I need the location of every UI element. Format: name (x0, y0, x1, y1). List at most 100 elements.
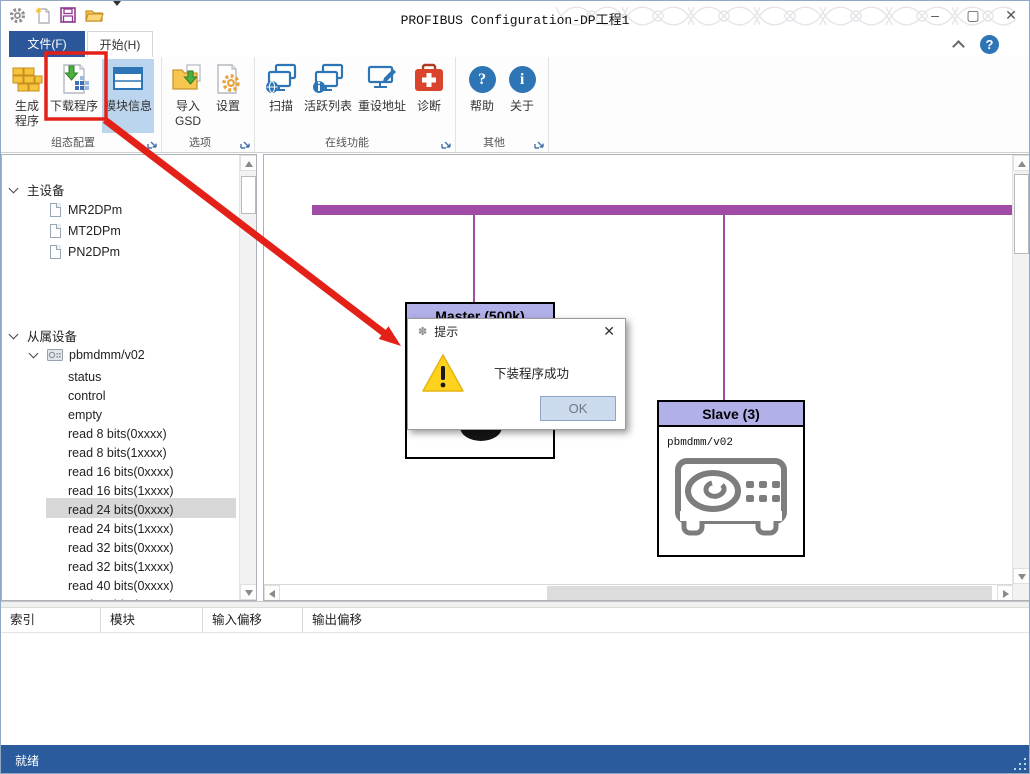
canvas-horizontal-scrollbar[interactable] (264, 584, 1013, 600)
group-label-online: 在线功能 (255, 134, 439, 150)
about-button[interactable]: i 关于 (503, 59, 541, 133)
warning-icon (420, 352, 466, 394)
help-icon[interactable]: ? (980, 35, 999, 54)
document-icon (50, 245, 61, 259)
column-header-index[interactable]: 索引 (1, 608, 101, 633)
document-icon (50, 203, 61, 217)
bricks-icon (10, 62, 44, 96)
settings-button[interactable]: 设置 (209, 59, 247, 133)
tree-section-slave[interactable]: 从属设备 (10, 326, 77, 345)
scrollbar-corner (1013, 584, 1029, 600)
tree-vertical-scrollbar[interactable] (239, 155, 256, 600)
info-circle-icon: i (505, 62, 539, 96)
chevron-down-icon[interactable] (9, 183, 19, 193)
network-canvas[interactable]: Master (500k) Slave (3) pbmdmm/v02 (263, 154, 1030, 601)
ribbon-group-options: 导入GSD 设置 选项 (162, 57, 255, 152)
maximize-button[interactable]: ▢ (965, 3, 981, 27)
group-label-options: 选项 (162, 134, 238, 150)
window-title: PROFIBUS Configuration-DP工程1 (1, 9, 1029, 28)
chevron-down-icon[interactable] (9, 329, 19, 339)
tree-item-module[interactable]: read 32 bits(0xxxx) (68, 538, 174, 557)
tree-item-module[interactable]: read 24 bits(0xxxx) (68, 500, 174, 519)
tree-section-master[interactable]: 主设备 (10, 180, 65, 199)
dialog-message: 下装程序成功 (494, 363, 569, 382)
resize-grip[interactable] (1024, 768, 1026, 770)
column-header-output-offset[interactable]: 输出偏移 (303, 608, 1030, 633)
column-header-module[interactable]: 模块 (101, 608, 203, 633)
tree-item-module[interactable]: read 16 bits(0xxxx) (68, 462, 174, 481)
scrollbar-thumb[interactable] (1014, 174, 1029, 254)
reset-address-button[interactable]: 重设地址 (356, 59, 408, 133)
ok-button[interactable]: OK (540, 396, 616, 421)
dialog-launcher-icon[interactable] (441, 138, 452, 149)
module-info-button[interactable]: 模块信息 (102, 59, 154, 133)
tab-home[interactable]: 开始(H) (87, 31, 153, 57)
ribbon-group-config: 生成程序 下载程序 (1, 57, 162, 152)
dialog-launcher-icon[interactable] (147, 138, 158, 149)
scrollbar-thumb[interactable] (547, 586, 992, 600)
active-list-monitors-icon (311, 62, 345, 96)
profibus-bus-line (312, 205, 1014, 215)
tree-item-module[interactable]: read 32 bits(1xxxx) (68, 557, 174, 576)
scroll-down-button[interactable] (240, 584, 257, 600)
ribbon-collapse-icon[interactable] (952, 40, 965, 53)
tree-item[interactable]: MT2DPm (50, 221, 121, 240)
generate-program-button[interactable]: 生成程序 (8, 59, 46, 133)
chevron-down-icon[interactable] (29, 348, 39, 358)
ribbon: 生成程序 下载程序 (1, 57, 1029, 153)
dialog-gear-icon: ✽ (418, 325, 427, 338)
scroll-right-button[interactable] (997, 585, 1013, 601)
ribbon-group-other: ? 帮助 i 关于 其他 (456, 57, 549, 152)
active-list-button[interactable]: 活跃列表 (302, 59, 354, 133)
ribbon-group-online: 扫描 活跃列表 (255, 57, 456, 152)
tree-item-module[interactable]: empty (68, 405, 102, 424)
download-program-button[interactable]: 下载程序 (48, 59, 100, 133)
minimize-button[interactable]: – (927, 3, 943, 27)
scrollbar-thumb[interactable] (241, 176, 256, 214)
column-header-input-offset[interactable]: 输入偏移 (203, 608, 303, 633)
import-gsd-button[interactable]: 导入GSD (169, 59, 207, 133)
scroll-up-button[interactable] (240, 155, 257, 171)
bus-drop-line (723, 215, 725, 400)
group-label-other: 其他 (456, 134, 532, 150)
document-icon (50, 224, 61, 238)
tree-item-module[interactable]: read 8 bits(1xxxx) (68, 443, 167, 462)
title-bar: PROFIBUS Configuration-DP工程1 – ▢ ✕ (1, 1, 1029, 31)
group-label-config: 组态配置 (1, 134, 145, 150)
scroll-left-button[interactable] (264, 585, 280, 601)
help-button[interactable]: ? 帮助 (463, 59, 501, 133)
dialog-close-icon[interactable]: ✕ (603, 323, 615, 340)
scan-monitors-icon (264, 62, 298, 96)
tree-item-module[interactable]: read 40 bits(0xxxx) (68, 576, 174, 595)
projector-icon (670, 453, 792, 541)
tree-item-module[interactable]: read 24 bits(1xxxx) (68, 519, 174, 538)
dialog-title: 提示 (434, 323, 458, 340)
canvas-vertical-scrollbar[interactable] (1012, 155, 1029, 584)
tree-item[interactable]: PN2DPm (50, 242, 120, 261)
diagnose-button[interactable]: 诊断 (410, 59, 448, 133)
tree-item-module[interactable]: read 16 bits(1xxxx) (68, 481, 174, 500)
tree-item[interactable]: MR2DPm (50, 200, 122, 219)
message-dialog: ✽ 提示 ✕ 下装程序成功 OK (407, 318, 626, 430)
scroll-down-button[interactable] (1013, 568, 1030, 584)
slave-node-title: Slave (3) (659, 402, 803, 427)
tab-file[interactable]: 文件(F) (9, 31, 85, 57)
tree-item-slave-device[interactable]: pbmdmm/v02 (30, 345, 145, 364)
module-table-panel: 索引 模块 输入偏移 输出偏移 (1, 608, 1030, 745)
slave-node[interactable]: Slave (3) pbmdmm/v02 (657, 400, 805, 557)
dialog-launcher-icon[interactable] (240, 138, 251, 149)
close-button[interactable]: ✕ (1003, 3, 1019, 27)
settings-page-icon (211, 62, 245, 96)
scan-button[interactable]: 扫描 (262, 59, 300, 133)
slave-device-label: pbmdmm/v02 (667, 437, 803, 449)
scroll-up-button[interactable] (1013, 155, 1030, 171)
dialog-title-bar[interactable]: ✽ 提示 ✕ (408, 319, 625, 343)
table-header-row: 索引 模块 输入偏移 输出偏移 (1, 608, 1030, 633)
tree-item-module[interactable]: control (68, 386, 106, 405)
tree-item-module[interactable]: read 8 bits(0xxxx) (68, 424, 167, 443)
first-aid-icon (412, 62, 446, 96)
device-tree-panel: 主设备 MR2DPm MT2DPm PN2DPm 从属设备 pbmd (1, 154, 257, 601)
tree-item-module[interactable]: status (68, 367, 101, 386)
slave-device-icon (47, 349, 63, 361)
dialog-launcher-icon[interactable] (534, 138, 545, 149)
